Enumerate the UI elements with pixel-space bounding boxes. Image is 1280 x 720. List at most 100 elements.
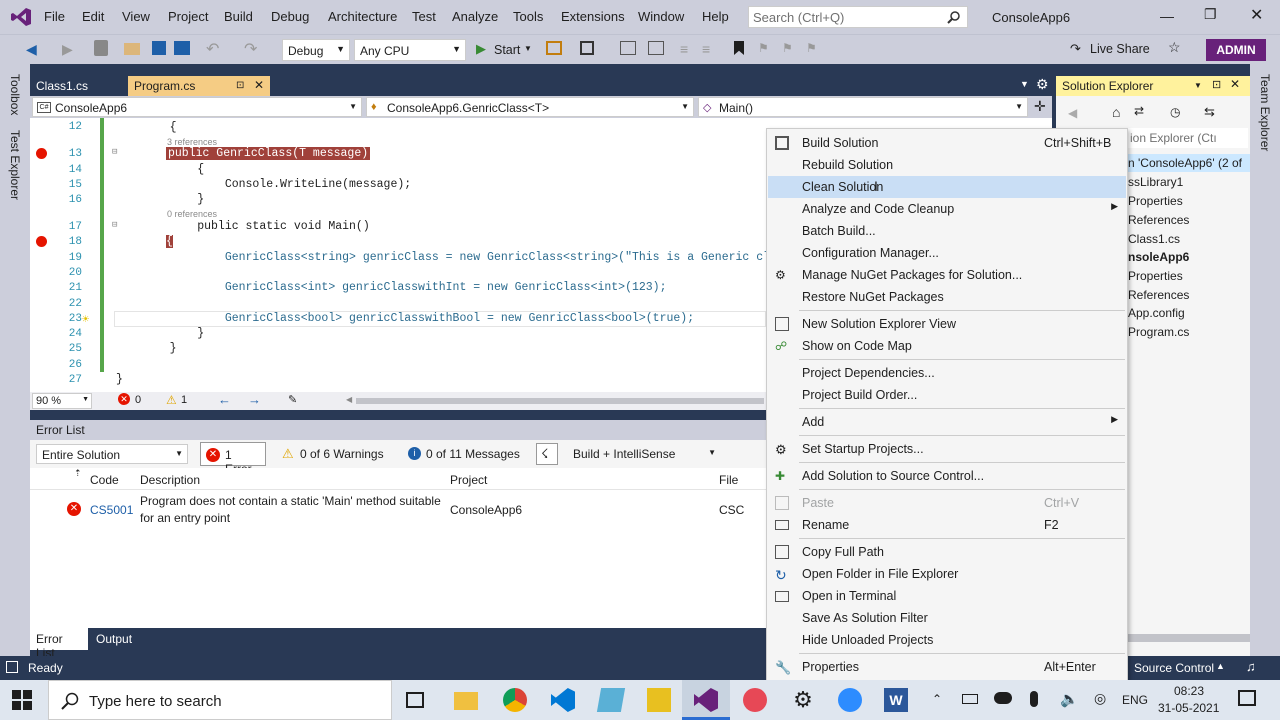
menu-build[interactable]: Build: [224, 9, 253, 24]
start-button[interactable]: Start: [494, 43, 520, 57]
refresh-icon[interactable]: ⇆: [1204, 104, 1215, 120]
menu-item-copy-full-path[interactable]: Copy Full Path: [768, 541, 1126, 563]
menu-item-restore-nuget[interactable]: Restore NuGet Packages: [768, 286, 1126, 308]
scroll-left-icon[interactable]: ◀: [346, 395, 352, 404]
lightbulb-icon[interactable]: ☀: [82, 312, 89, 327]
tree-item-solution[interactable]: n 'ConsoleApp6' (2 of: [1128, 156, 1242, 170]
output-icon[interactable]: [6, 661, 18, 673]
team-explorer-tab[interactable]: Team Explorer: [1258, 74, 1272, 151]
collapse-icon[interactable]: ⊟: [112, 220, 117, 230]
sync-icon[interactable]: ⇄: [1134, 104, 1144, 118]
codelens-references[interactable]: 3 references: [167, 137, 217, 147]
battery-icon[interactable]: [962, 694, 978, 704]
tab-error-list[interactable]: Error List: [30, 628, 88, 660]
menu-item-build-solution[interactable]: Build Solution Ctrl+Shift+B: [768, 132, 1126, 154]
breakpoint-icon[interactable]: [36, 148, 47, 159]
menu-extensions[interactable]: Extensions: [561, 9, 625, 24]
menu-view[interactable]: View: [122, 9, 150, 24]
save-icon[interactable]: [152, 41, 166, 55]
source-control-button[interactable]: Source Control: [1134, 661, 1214, 675]
tree-item-consoleapp[interactable]: nsoleApp6: [1128, 250, 1189, 264]
menu-item-add[interactable]: Add ▶: [768, 411, 1126, 433]
live-share-button[interactable]: Live Share: [1090, 42, 1150, 56]
tree-item-properties[interactable]: Properties: [1128, 194, 1183, 208]
error-count[interactable]: 0: [135, 394, 141, 406]
chevron-up-icon[interactable]: ⌃: [932, 692, 942, 706]
align-right-icon[interactable]: ≡: [702, 41, 710, 57]
errors-filter-button[interactable]: ✕1 Error: [200, 442, 266, 476]
messages-filter-button[interactable]: i 0 of 11 Messages: [402, 442, 526, 466]
menu-item-open-terminal[interactable]: Open in Terminal: [768, 585, 1126, 607]
warning-count[interactable]: 1: [181, 394, 187, 406]
tree-item-program[interactable]: Program.cs: [1128, 325, 1189, 339]
project-dropdown[interactable]: C# ConsoleApp6 ▼: [32, 97, 362, 117]
menu-item-set-startup-projects[interactable]: ⚙ Set Startup Projects...: [768, 438, 1126, 460]
bookmark-next-icon[interactable]: ⚑: [782, 41, 793, 55]
class-dropdown[interactable]: ♦ ConsoleApp6.GenricClass<T> ▼: [366, 97, 694, 117]
scope-dropdown[interactable]: Entire Solution ▼: [36, 444, 188, 464]
feedback-icon[interactable]: ☆: [1168, 39, 1181, 56]
menu-item-properties[interactable]: 🔧 Properties Alt+Enter: [768, 656, 1126, 678]
menu-item-add-to-source-control[interactable]: ✚ Add Solution to Source Control...: [768, 465, 1126, 487]
menu-item-analyze[interactable]: Analyze and Code Cleanup ▶: [768, 198, 1126, 220]
menu-tools[interactable]: Tools: [513, 9, 543, 24]
taskbar-search-box[interactable]: Type here to search: [48, 680, 392, 720]
breakpoint-icon[interactable]: [36, 236, 47, 247]
menu-item-project-build-order[interactable]: Project Build Order...: [768, 384, 1126, 406]
history-icon[interactable]: ◷: [1170, 105, 1180, 119]
close-button[interactable]: ✕: [1250, 5, 1263, 25]
member-dropdown[interactable]: ◇ Main() ▼: [698, 97, 1028, 117]
zoom-dropdown[interactable]: 90 % ▼: [32, 393, 92, 409]
tab-output[interactable]: Output: [90, 628, 142, 650]
onedrive-icon[interactable]: [994, 692, 1012, 704]
screenshot-icon[interactable]: [580, 41, 594, 55]
gear-icon[interactable]: ⚙: [1036, 76, 1049, 93]
home-icon[interactable]: ⌂: [1112, 104, 1120, 120]
open-folder-icon[interactable]: [124, 43, 140, 55]
start-icon[interactable]: ▶: [476, 41, 486, 57]
visual-studio-taskbar-button[interactable]: [682, 680, 730, 720]
menu-test[interactable]: Test: [412, 9, 436, 24]
horizontal-scrollbar[interactable]: [1128, 634, 1250, 642]
test-explorer-tab[interactable]: Test Explorer: [8, 130, 22, 200]
warnings-filter-button[interactable]: ⚠ 0 of 6 Warnings: [274, 442, 394, 466]
error-icon[interactable]: ✕: [118, 393, 130, 405]
pin-icon[interactable]: ⊡: [236, 80, 244, 91]
tab-class1[interactable]: Class1.cs: [30, 76, 128, 96]
undo-icon[interactable]: ↶: [206, 39, 219, 59]
pin-icon[interactable]: ⊡: [1212, 78, 1221, 91]
chrome-icon[interactable]: [503, 688, 527, 712]
clock-date[interactable]: 31-05-2021: [1158, 701, 1219, 715]
redo-icon[interactable]: ↷: [244, 39, 257, 59]
account-button[interactable]: ADMIN: [1206, 39, 1266, 61]
file-explorer-icon[interactable]: [454, 692, 478, 710]
menu-item-project-dependencies[interactable]: Project Dependencies...: [768, 362, 1126, 384]
menu-item-paste[interactable]: Paste Ctrl+V: [768, 492, 1126, 514]
save-all-icon[interactable]: [174, 41, 190, 55]
close-tab-icon[interactable]: ✕: [254, 78, 264, 92]
zoom-icon[interactable]: [838, 688, 862, 712]
tab-program[interactable]: Program.cs ⊡ ✕: [128, 76, 270, 96]
split-icon[interactable]: ✛: [1034, 98, 1046, 115]
menu-item-open-folder[interactable]: ↻ Open Folder in File Explorer: [768, 563, 1126, 585]
back-icon[interactable]: ◀: [1068, 106, 1077, 120]
column-code[interactable]: Code: [90, 473, 119, 487]
bookmark-clear-icon[interactable]: ⚑: [806, 41, 817, 55]
tree-item-class1[interactable]: Class1.cs: [1128, 232, 1180, 246]
menu-item-manage-nuget[interactable]: ⚙ Manage NuGet Packages for Solution...: [768, 264, 1126, 286]
menu-window[interactable]: Window: [638, 9, 684, 24]
notification-bell-icon[interactable]: ♫: [1246, 659, 1256, 674]
back-icon[interactable]: ◀: [26, 41, 37, 58]
column-project[interactable]: Project: [450, 473, 487, 487]
browser-link-icon[interactable]: [546, 41, 562, 55]
align-left-icon[interactable]: ≡: [680, 41, 688, 57]
column-file[interactable]: File: [719, 473, 738, 487]
task-view-icon[interactable]: [406, 692, 424, 708]
step-over-icon[interactable]: [648, 41, 664, 55]
solution-search-input[interactable]: ion Explorer (Ctı: [1128, 128, 1248, 148]
menu-item-clean-solution[interactable]: Clean Solution I: [768, 176, 1126, 198]
column-description[interactable]: Description: [140, 473, 200, 487]
platform-dropdown[interactable]: Any CPU ▼: [354, 39, 466, 61]
menu-item-save-solution-filter[interactable]: Save As Solution Filter: [768, 607, 1126, 629]
bookmark-prev-icon[interactable]: ⚑: [758, 41, 769, 55]
